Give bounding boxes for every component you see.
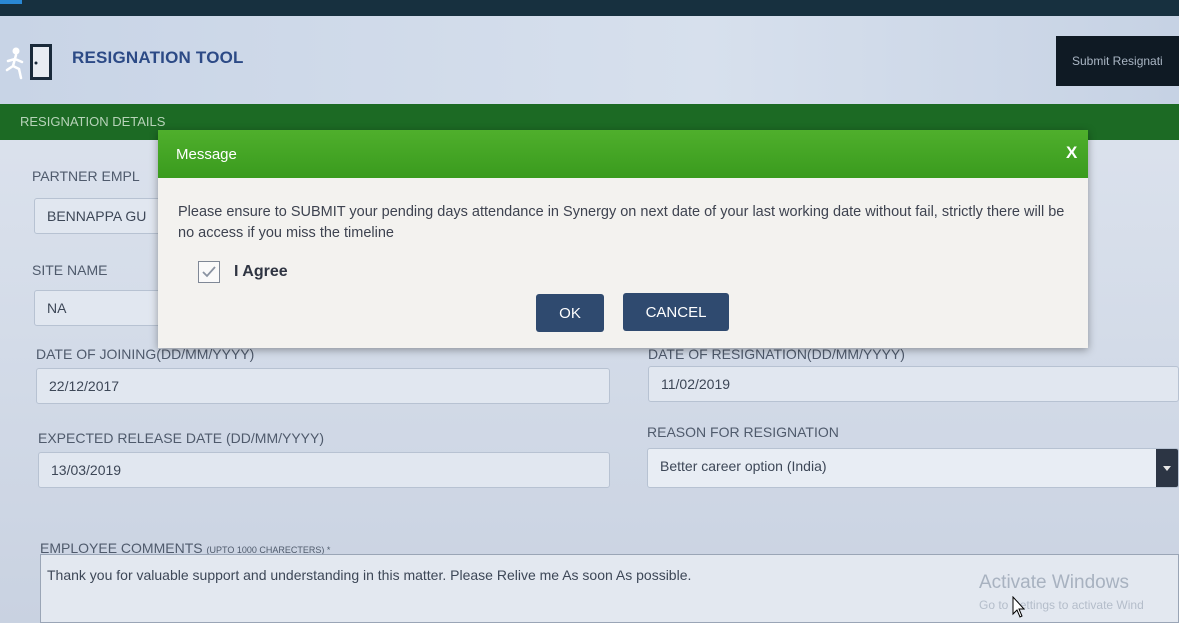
agree-label: I Agree [234, 263, 288, 280]
date-of-resignation-field[interactable]: 11/02/2019 [648, 366, 1179, 402]
section-title: RESIGNATION DETAILS [20, 114, 166, 129]
mouse-cursor-icon [1012, 596, 1026, 618]
dialog-header: Message X [158, 130, 1088, 178]
top-accent [0, 0, 22, 4]
cancel-button[interactable]: CANCEL [623, 293, 729, 331]
reason-for-resignation-label: REASON FOR RESIGNATION [647, 424, 839, 440]
reason-selected-value: Better career option (India) [660, 458, 827, 474]
expected-release-date-field[interactable]: 13/03/2019 [38, 452, 610, 488]
date-of-joining-label: DATE OF JOINING(DD/MM/YYYY) [36, 346, 255, 362]
screen-top-strip [0, 0, 1179, 16]
site-name-label: SITE NAME [32, 262, 108, 278]
running-person-exit-icon [5, 44, 52, 80]
agree-checkbox[interactable] [198, 261, 220, 283]
submit-resignation-button[interactable]: Submit Resignati [1056, 36, 1179, 86]
checkmark-icon [202, 266, 216, 278]
activate-windows-subtitle: Go to Settings to activate Wind [979, 598, 1144, 612]
reason-for-resignation-select[interactable]: Better career option (India) [647, 448, 1179, 488]
site-name-field[interactable]: NA [34, 290, 174, 326]
ok-button[interactable]: OK [536, 294, 604, 332]
app-header: RESIGNATION TOOL Submit Resignati [0, 16, 1179, 104]
close-icon[interactable]: X [1066, 143, 1077, 163]
app-title: RESIGNATION TOOL [72, 48, 244, 67]
date-of-joining-field[interactable]: 22/12/2017 [36, 368, 610, 404]
partner-employee-field[interactable]: BENNAPPA GU [34, 198, 174, 234]
dialog-message: Please ensure to SUBMIT your pending day… [178, 204, 1065, 241]
partner-employee-label: PARTNER EMPL [32, 168, 140, 184]
date-of-resignation-label: DATE OF RESIGNATION(DD/MM/YYYY) [648, 346, 905, 362]
dialog-title: Message [176, 146, 237, 163]
chevron-down-icon[interactable] [1156, 449, 1178, 487]
activate-windows-title: Activate Windows [979, 572, 1129, 593]
message-dialog: Message X Please ensure to SUBMIT your p… [158, 130, 1088, 348]
expected-release-date-label: EXPECTED RELEASE DATE (DD/MM/YYYY) [38, 430, 325, 446]
